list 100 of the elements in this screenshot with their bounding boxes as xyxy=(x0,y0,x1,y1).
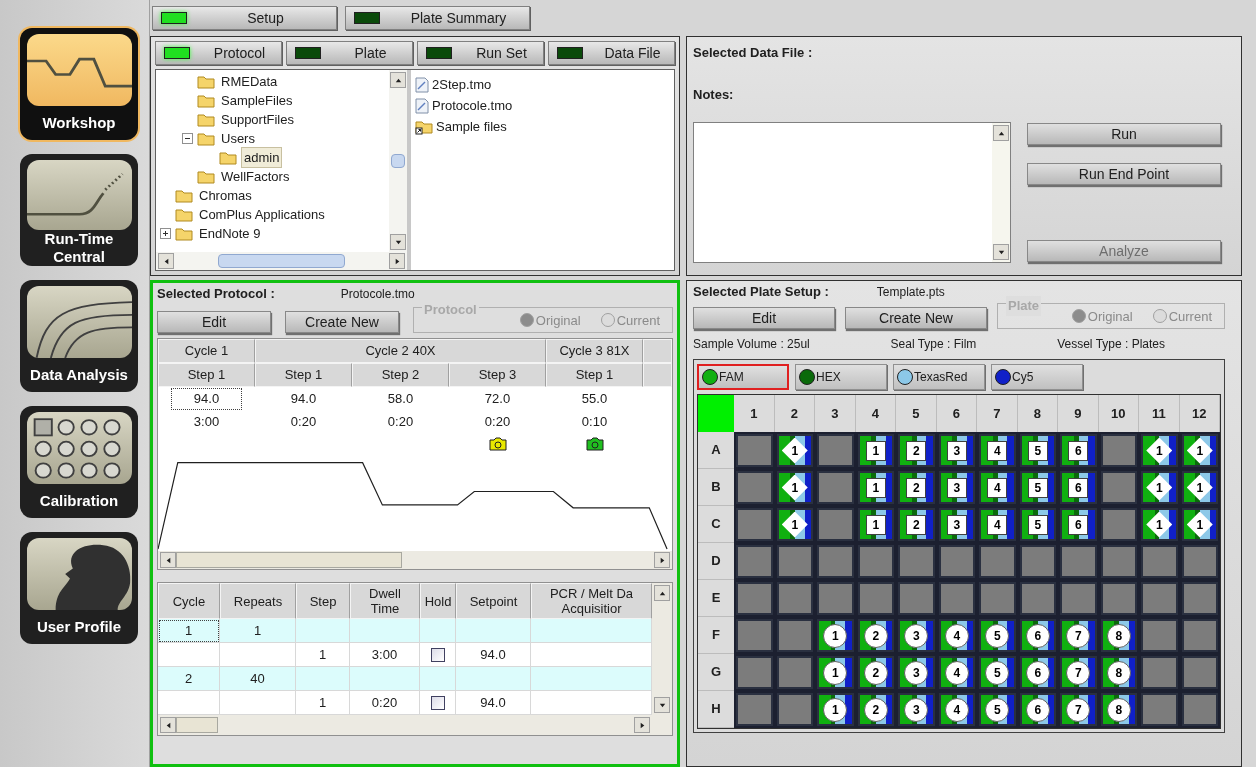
time-value[interactable]: 0:20 xyxy=(290,412,317,432)
scroll-left-button[interactable] xyxy=(160,552,176,568)
column-header[interactable]: 7 xyxy=(977,395,1018,432)
empty-well[interactable] xyxy=(938,545,975,578)
horizontal-scrollbar[interactable] xyxy=(156,252,407,270)
tree-item[interactable]: admin xyxy=(241,146,283,169)
plate-well[interactable]: 6 xyxy=(1019,656,1056,689)
plate-well[interactable]: 5 xyxy=(979,619,1016,652)
plate-well[interactable]: 3 xyxy=(938,434,975,467)
empty-well[interactable] xyxy=(898,582,935,615)
table-cell[interactable] xyxy=(158,643,220,667)
table-cell[interactable]: 0:20 xyxy=(350,691,420,715)
scroll-right-button[interactable] xyxy=(654,552,670,568)
empty-well[interactable] xyxy=(1181,545,1218,578)
time-value[interactable]: 3:00 xyxy=(193,412,220,432)
scroll-down-button[interactable] xyxy=(654,697,670,713)
empty-well[interactable] xyxy=(1100,545,1137,578)
empty-well[interactable] xyxy=(898,545,935,578)
scroll-right-button[interactable] xyxy=(389,253,405,269)
table-cell[interactable]: 40 xyxy=(220,667,296,691)
file-item[interactable]: 2Step.tmo xyxy=(432,74,492,95)
table-cell[interactable]: 3:00 xyxy=(350,643,420,667)
dye-button[interactable]: HEX xyxy=(795,364,887,390)
table-cell[interactable]: 1 xyxy=(296,643,350,667)
scroll-thumb[interactable] xyxy=(218,254,345,268)
sidebar-button[interactable]: User Profile xyxy=(20,532,138,644)
column-header[interactable]: 5 xyxy=(896,395,937,432)
temperature-value[interactable]: 58.0 xyxy=(365,389,436,409)
table-cell[interactable]: 2 xyxy=(158,667,220,691)
row-header[interactable]: H xyxy=(698,691,734,728)
tree-item[interactable]: Chromas xyxy=(197,185,254,206)
scroll-down-button[interactable] xyxy=(993,244,1009,260)
horizontal-scrollbar[interactable] xyxy=(158,551,672,569)
plate-well[interactable]: 7 xyxy=(1060,693,1097,726)
table-cell[interactable] xyxy=(420,667,456,691)
empty-well[interactable] xyxy=(776,693,813,726)
plate-well[interactable]: 5 xyxy=(1019,508,1056,541)
empty-well[interactable] xyxy=(1181,656,1218,689)
plate-well[interactable]: 8 xyxy=(1100,656,1137,689)
column-header[interactable]: 1 xyxy=(734,395,775,432)
column-header[interactable]: 2 xyxy=(774,395,815,432)
empty-well[interactable] xyxy=(817,508,854,541)
dye-button[interactable]: FAM xyxy=(697,364,789,390)
empty-well[interactable] xyxy=(1141,619,1178,652)
empty-well[interactable] xyxy=(979,545,1016,578)
empty-well[interactable] xyxy=(736,693,773,726)
table-cell[interactable] xyxy=(531,691,652,715)
plate-well[interactable]: 4 xyxy=(938,693,975,726)
column-header[interactable]: 12 xyxy=(1179,395,1220,432)
column-header[interactable]: 9 xyxy=(1058,395,1099,432)
checkbox[interactable] xyxy=(430,695,445,710)
empty-well[interactable] xyxy=(817,471,854,504)
expander-button[interactable] xyxy=(182,133,193,144)
plate-well[interactable]: 6 xyxy=(1060,471,1097,504)
time-value[interactable]: 0:20 xyxy=(484,412,511,432)
file-item[interactable]: Protocole.tmo xyxy=(432,95,513,116)
button[interactable]: Edit xyxy=(693,307,835,329)
row-header[interactable]: G xyxy=(698,654,734,691)
plate-well[interactable]: 1 xyxy=(817,619,854,652)
row-header[interactable]: D xyxy=(698,543,734,580)
tree-item[interactable]: EndNote 9 xyxy=(197,223,263,244)
temperature-value[interactable]: 94.0 xyxy=(268,389,339,409)
time-value[interactable]: 0:10 xyxy=(581,412,608,432)
empty-well[interactable] xyxy=(1100,471,1137,504)
empty-well[interactable] xyxy=(736,619,773,652)
tab[interactable]: Data File xyxy=(548,41,675,65)
plate-well[interactable]: 4 xyxy=(938,656,975,689)
table-cell[interactable]: 94.0 xyxy=(456,643,531,667)
plate-well[interactable]: 2 xyxy=(898,471,935,504)
table-cell[interactable]: 1 xyxy=(220,619,296,643)
table-cell[interactable] xyxy=(296,667,350,691)
tab[interactable]: Setup xyxy=(152,6,337,30)
plate-well[interactable]: 2 xyxy=(857,656,894,689)
empty-well[interactable] xyxy=(817,434,854,467)
row-header[interactable]: B xyxy=(698,469,734,506)
column-header[interactable]: 6 xyxy=(936,395,977,432)
table-cell[interactable] xyxy=(420,619,456,643)
empty-well[interactable] xyxy=(736,434,773,467)
scroll-thumb[interactable] xyxy=(176,552,402,568)
column-header[interactable]: 10 xyxy=(1098,395,1139,432)
column-header[interactable]: 8 xyxy=(1017,395,1058,432)
scroll-right-button[interactable] xyxy=(634,717,650,733)
vertical-scrollbar[interactable] xyxy=(389,70,407,252)
table-cell[interactable] xyxy=(296,619,350,643)
empty-well[interactable] xyxy=(736,545,773,578)
plate-well[interactable]: 6 xyxy=(1019,693,1056,726)
dye-button[interactable]: Cy5 xyxy=(991,364,1083,390)
plate-well[interactable]: 5 xyxy=(979,656,1016,689)
button[interactable]: Edit xyxy=(157,311,271,333)
row-header[interactable]: F xyxy=(698,617,734,654)
tab[interactable]: Plate xyxy=(286,41,413,65)
notes-field[interactable] xyxy=(693,122,1011,263)
empty-well[interactable] xyxy=(1181,619,1218,652)
empty-well[interactable] xyxy=(736,656,773,689)
table-cell[interactable] xyxy=(158,691,220,715)
empty-well[interactable] xyxy=(1141,693,1178,726)
tab[interactable]: Plate Summary xyxy=(345,6,530,30)
empty-well[interactable] xyxy=(857,582,894,615)
empty-well[interactable] xyxy=(817,582,854,615)
button[interactable]: Create New xyxy=(285,311,399,333)
